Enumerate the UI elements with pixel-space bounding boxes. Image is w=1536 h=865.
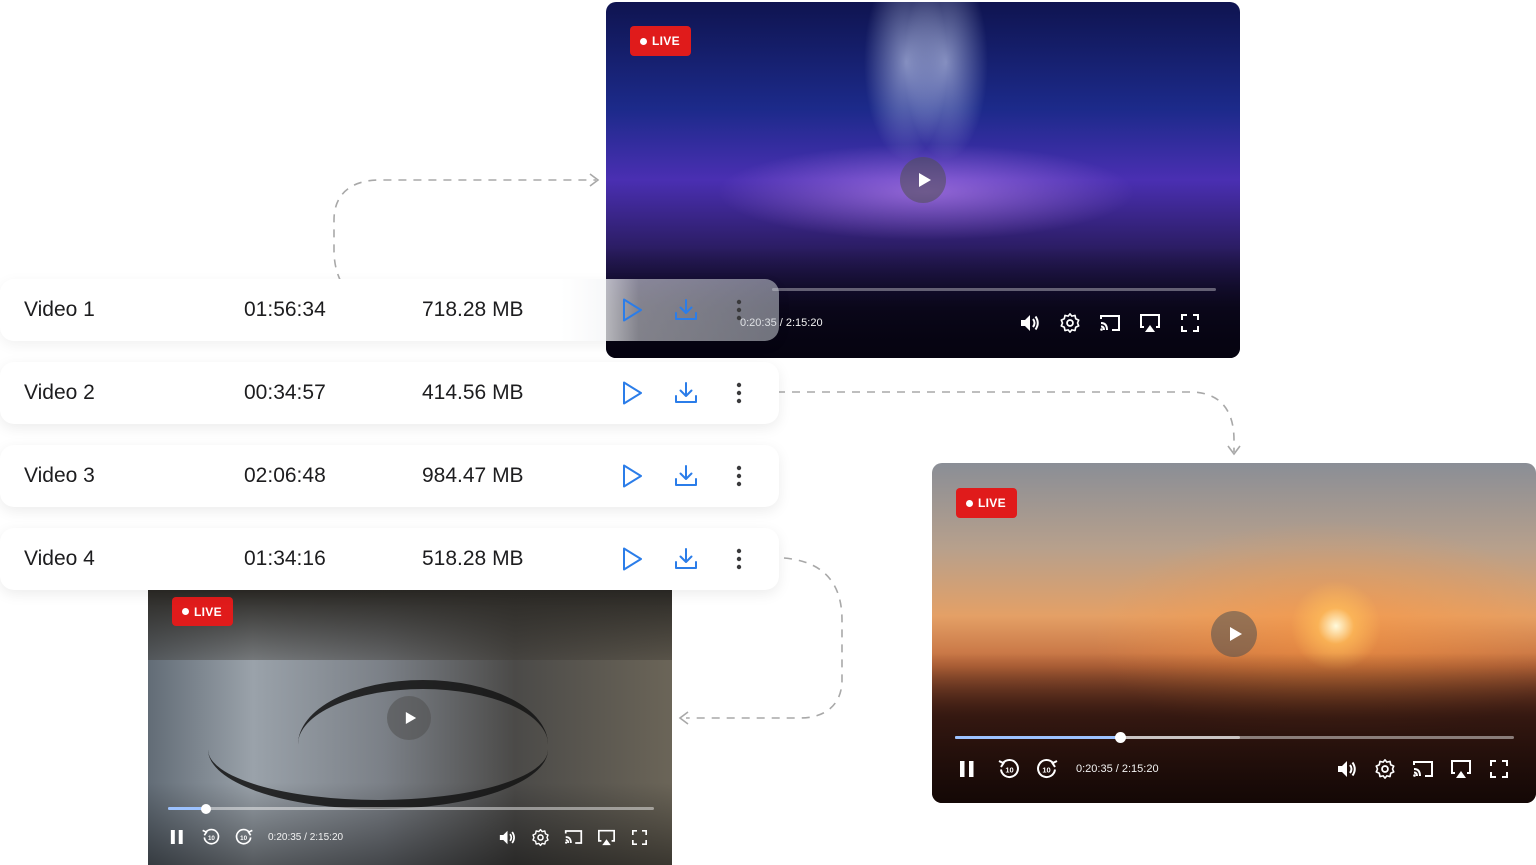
video-size: 718.28 MB bbox=[422, 298, 524, 321]
svg-text:10: 10 bbox=[207, 835, 214, 842]
download-icon[interactable] bbox=[671, 544, 701, 574]
rewind-10-icon[interactable]: 10 bbox=[990, 757, 1028, 781]
connector-video2-sunset bbox=[762, 391, 1235, 452]
video-player-workout[interactable]: LIVE 10 10 0:20:35 / 2:15:20 bbox=[148, 590, 672, 865]
video-name: Video 4 bbox=[24, 547, 95, 570]
svg-text:10: 10 bbox=[1005, 766, 1013, 775]
cast-icon[interactable] bbox=[1404, 760, 1442, 778]
video-name: Video 3 bbox=[24, 464, 95, 487]
live-badge: LIVE bbox=[956, 488, 1017, 518]
live-dot-icon bbox=[182, 608, 189, 615]
more-vertical-icon[interactable] bbox=[724, 378, 754, 408]
settings-icon[interactable] bbox=[524, 828, 557, 847]
video-player-sunset[interactable]: LIVE 10 10 0:20:35 / 2:15:20 bbox=[932, 463, 1536, 803]
volume-icon[interactable] bbox=[491, 829, 524, 846]
airplay-icon[interactable] bbox=[1442, 759, 1480, 779]
svg-text:10: 10 bbox=[1042, 766, 1050, 775]
svg-text:10: 10 bbox=[240, 835, 247, 842]
video-name: Video 2 bbox=[24, 381, 95, 404]
time-display: 0:20:35 / 2:15:20 bbox=[268, 831, 344, 843]
video-size: 414.56 MB bbox=[422, 381, 524, 404]
live-label: LIVE bbox=[194, 604, 222, 619]
player-controls: 10 10 0:20:35 / 2:15:20 bbox=[166, 823, 656, 851]
live-dot-icon bbox=[966, 499, 973, 507]
video-duration: 02:06:48 bbox=[244, 464, 326, 487]
play-icon[interactable] bbox=[617, 378, 647, 408]
live-label: LIVE bbox=[652, 34, 680, 48]
workout-scene-rope bbox=[298, 680, 548, 809]
progress-knob[interactable] bbox=[200, 803, 211, 814]
airplay-icon[interactable] bbox=[590, 829, 623, 846]
settings-icon[interactable] bbox=[1366, 758, 1404, 780]
video-duration: 01:56:34 bbox=[244, 298, 326, 321]
more-vertical-icon[interactable] bbox=[724, 544, 754, 574]
video-duration: 01:34:16 bbox=[244, 547, 326, 570]
progress-knob[interactable] bbox=[1114, 732, 1126, 743]
download-icon[interactable] bbox=[671, 295, 701, 325]
live-dot-icon bbox=[640, 37, 647, 45]
live-label: LIVE bbox=[978, 496, 1006, 510]
settings-icon[interactable] bbox=[1050, 312, 1090, 334]
list-item[interactable]: Video 1 01:56:34 718.28 MB bbox=[0, 279, 779, 341]
progress-fill bbox=[955, 736, 1120, 739]
more-vertical-icon[interactable] bbox=[724, 295, 754, 325]
play-icon[interactable] bbox=[617, 461, 647, 491]
forward-10-icon[interactable]: 10 bbox=[227, 827, 260, 847]
fullscreen-icon[interactable] bbox=[1480, 760, 1518, 778]
rewind-10-icon[interactable]: 10 bbox=[194, 827, 227, 847]
list-item[interactable]: Video 4 01:34:16 518.28 MB bbox=[0, 528, 779, 590]
time-display: 0:20:35 / 2:15:20 bbox=[1076, 763, 1159, 775]
cast-icon[interactable] bbox=[557, 829, 590, 845]
fullscreen-icon[interactable] bbox=[623, 829, 656, 845]
video-size: 984.47 MB bbox=[422, 464, 524, 487]
pause-icon[interactable] bbox=[166, 829, 188, 845]
player-controls: 10 10 0:20:35 / 2:15:20 bbox=[954, 753, 1518, 785]
fullscreen-icon[interactable] bbox=[1170, 314, 1210, 332]
progress-bar[interactable] bbox=[955, 732, 1514, 743]
play-icon[interactable] bbox=[387, 696, 431, 740]
list-item[interactable]: Video 3 02:06:48 984.47 MB bbox=[0, 445, 779, 507]
download-icon[interactable] bbox=[671, 378, 701, 408]
player-controls: 0:20:35 / 2:15:20 bbox=[740, 307, 1210, 339]
play-icon[interactable] bbox=[617, 544, 647, 574]
more-vertical-icon[interactable] bbox=[724, 461, 754, 491]
play-icon[interactable] bbox=[617, 295, 647, 325]
list-item[interactable]: Video 2 00:34:57 414.56 MB bbox=[0, 362, 779, 424]
airplay-icon[interactable] bbox=[1130, 313, 1170, 333]
video-name: Video 1 bbox=[24, 298, 95, 321]
progress-bar[interactable] bbox=[168, 803, 654, 814]
volume-icon[interactable] bbox=[1328, 759, 1366, 779]
live-badge: LIVE bbox=[630, 26, 691, 56]
play-icon[interactable] bbox=[1211, 611, 1257, 657]
video-size: 518.28 MB bbox=[422, 547, 524, 570]
download-icon[interactable] bbox=[671, 461, 701, 491]
play-icon[interactable] bbox=[900, 157, 946, 203]
cast-icon[interactable] bbox=[1090, 314, 1130, 332]
progress-bar[interactable] bbox=[772, 288, 1216, 291]
live-badge: LIVE bbox=[172, 597, 233, 626]
pause-icon[interactable] bbox=[954, 760, 980, 778]
forward-10-icon[interactable]: 10 bbox=[1028, 757, 1066, 781]
video-duration: 00:34:57 bbox=[244, 381, 326, 404]
volume-icon[interactable] bbox=[1010, 313, 1050, 333]
